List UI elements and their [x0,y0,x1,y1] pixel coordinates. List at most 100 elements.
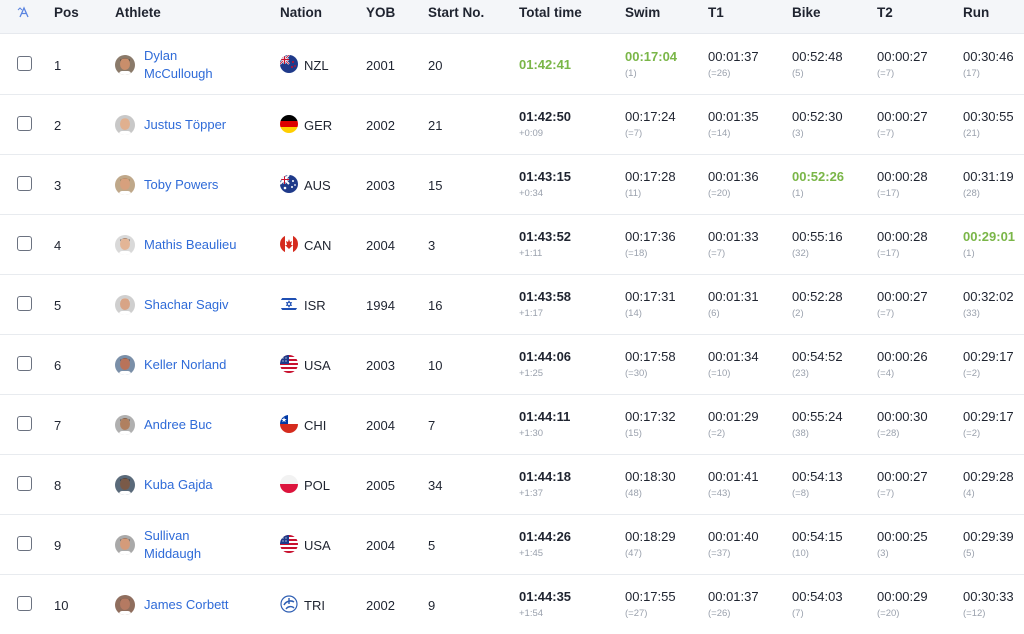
row-select-checkbox[interactable] [17,536,32,551]
start-number: 15 [428,178,443,193]
time-gap: +1:11 [519,248,543,259]
bike-split-cell: 00:54:13 (=8) [792,469,843,501]
t2-time: 00:00:28 [877,169,928,184]
athlete-name-link[interactable]: Dylan McCullough [144,47,213,83]
run-split-cell: 00:32:02 (33) [963,289,1014,321]
header-nation[interactable]: Nation [280,0,322,34]
table-row[interactable]: 9 Sullivan Middaugh USA 2004 5 01:44:26 +1:45 00… [0,515,1024,575]
athlete-first-name: Sullivan [144,528,190,543]
header-total-time[interactable]: Total time [519,0,582,34]
t1-time: 00:01:41 [708,469,759,484]
swim-time: 00:18:29 [625,529,676,544]
avatar [115,55,135,75]
table-row[interactable]: 8 Kuba Gajda POL 2005 34 01:44:18 +1:37 00:18:3… [0,455,1024,515]
sort-icon[interactable] [17,6,31,20]
row-select-checkbox[interactable] [17,416,32,431]
swim-rank: (1) [625,68,637,79]
header-start-no[interactable]: Start No. [428,0,484,34]
athlete-name-link[interactable]: Mathis Beaulieu [144,236,237,254]
header-athlete[interactable]: Athlete [115,0,161,34]
time-gap: +1:17 [519,308,544,319]
header-t2[interactable]: T2 [877,0,893,34]
row-select-checkbox[interactable] [17,56,32,71]
table-row[interactable]: 1 Dylan McCullough NZL 2001 20 01:42:41 00:17:0… [0,35,1024,95]
t2-split-cell: 00:00:28 (=17) [877,229,928,261]
header-run[interactable]: Run [963,0,989,34]
nation-code: GER [304,118,333,133]
t2-split-cell: 00:00:30 (=28) [877,409,928,441]
run-split-cell: 00:31:19 (28) [963,169,1014,201]
total-time: 01:44:18 [519,469,572,484]
t2-rank: (=7) [877,128,895,139]
row-select-checkbox[interactable] [17,176,32,191]
swim-rank: (15) [625,428,642,439]
swim-split-cell: 00:18:30 (48) [625,469,676,501]
row-select-checkbox[interactable] [17,596,32,611]
table-row[interactable]: 7 Andree Buc CHI 2004 7 01:44:11 +1:30 00:17:32… [0,395,1024,455]
t1-rank: (=14) [708,128,731,139]
total-time: 01:44:06 [519,349,572,364]
position: 2 [54,118,62,133]
table-row[interactable]: 6 Keller Norland USA 2003 10 01:44:06 +1:25 00:… [0,335,1024,395]
header-t1[interactable]: T1 [708,0,724,34]
year-of-birth: 2005 [366,478,395,493]
t1-time: 00:01:40 [708,529,759,544]
header-swim[interactable]: Swim [625,0,660,34]
year-of-birth: 2004 [366,418,395,433]
t2-rank: (=20) [877,608,900,619]
t2-split-cell: 00:00:28 (=17) [877,169,928,201]
total-time: 01:44:35 [519,589,572,604]
run-split-cell: 00:29:39 (5) [963,529,1014,561]
t1-split-cell: 00:01:35 (=14) [708,109,759,141]
bike-rank: (1) [792,188,804,199]
t1-split-cell: 00:01:31 (6) [708,289,759,321]
header-pos[interactable]: Pos [54,0,79,34]
bike-split-cell: 00:54:52 (23) [792,349,843,381]
total-time: 01:43:15 [519,169,572,184]
row-select-checkbox[interactable] [17,296,32,311]
t1-rank: (=26) [708,68,731,79]
position: 1 [54,58,62,73]
run-time: 00:29:01 [963,229,1016,244]
run-rank: (4) [963,488,975,499]
run-rank: (=12) [963,608,986,619]
row-select-checkbox[interactable] [17,236,32,251]
run-split-cell: 00:30:46 (17) [963,49,1014,81]
athlete-name-link[interactable]: Justus Töpper [144,116,226,134]
avatar [115,535,135,555]
avatar [115,115,135,135]
header-bike[interactable]: Bike [792,0,821,34]
t1-time: 00:01:29 [708,409,759,424]
t1-split-cell: 00:01:40 (=37) [708,529,759,561]
athlete-name-link[interactable]: James Corbett [144,596,229,614]
athlete-name-link[interactable]: Andree Buc [144,416,212,434]
flag-icon [280,55,298,73]
header-yob[interactable]: YOB [366,0,395,34]
row-select-checkbox[interactable] [17,356,32,371]
athlete-name-link[interactable]: Kuba Gajda [144,476,213,494]
flag-icon [280,535,298,553]
table-row[interactable]: 5 Shachar Sagiv ISR 1994 16 01:43:58 +1:17 00:1… [0,275,1024,335]
swim-time: 00:17:28 [625,169,676,184]
athlete-name-link[interactable]: Shachar Sagiv [144,296,229,314]
bike-split-cell: 00:52:26 (1) [792,169,844,201]
row-select-checkbox[interactable] [17,116,32,131]
run-split-cell: 00:29:01 (1) [963,229,1015,261]
table-row[interactable]: 4 Mathis Beaulieu CAN 2004 3 01:43:52 +1:11 00:… [0,215,1024,275]
t2-time: 00:00:30 [877,409,928,424]
table-row[interactable]: 2 Justus Töpper GER 2002 21 01:42:50 +0:09 00:1… [0,95,1024,155]
athlete-name-link[interactable]: Toby Powers [144,176,218,194]
athlete-name-link[interactable]: Keller Norland [144,356,226,374]
t2-rank: (=17) [877,248,900,259]
t1-rank: (=10) [708,368,731,379]
start-number: 16 [428,298,443,313]
flag-icon [280,355,298,373]
bike-split-cell: 00:55:16 (32) [792,229,843,261]
row-select-checkbox[interactable] [17,476,32,491]
table-row[interactable]: 10 James Corbett TRI 2002 9 01:44:35 +1:54 00:1… [0,575,1024,634]
total-time: 01:44:26 [519,529,572,544]
athlete-name-link[interactable]: Sullivan Middaugh [144,527,201,563]
table-row[interactable]: 3 Toby Powers AUS 2003 15 01:43:15 +0:34 00:17:… [0,155,1024,215]
swim-rank: (11) [625,188,642,199]
run-rank: (33) [963,308,980,319]
